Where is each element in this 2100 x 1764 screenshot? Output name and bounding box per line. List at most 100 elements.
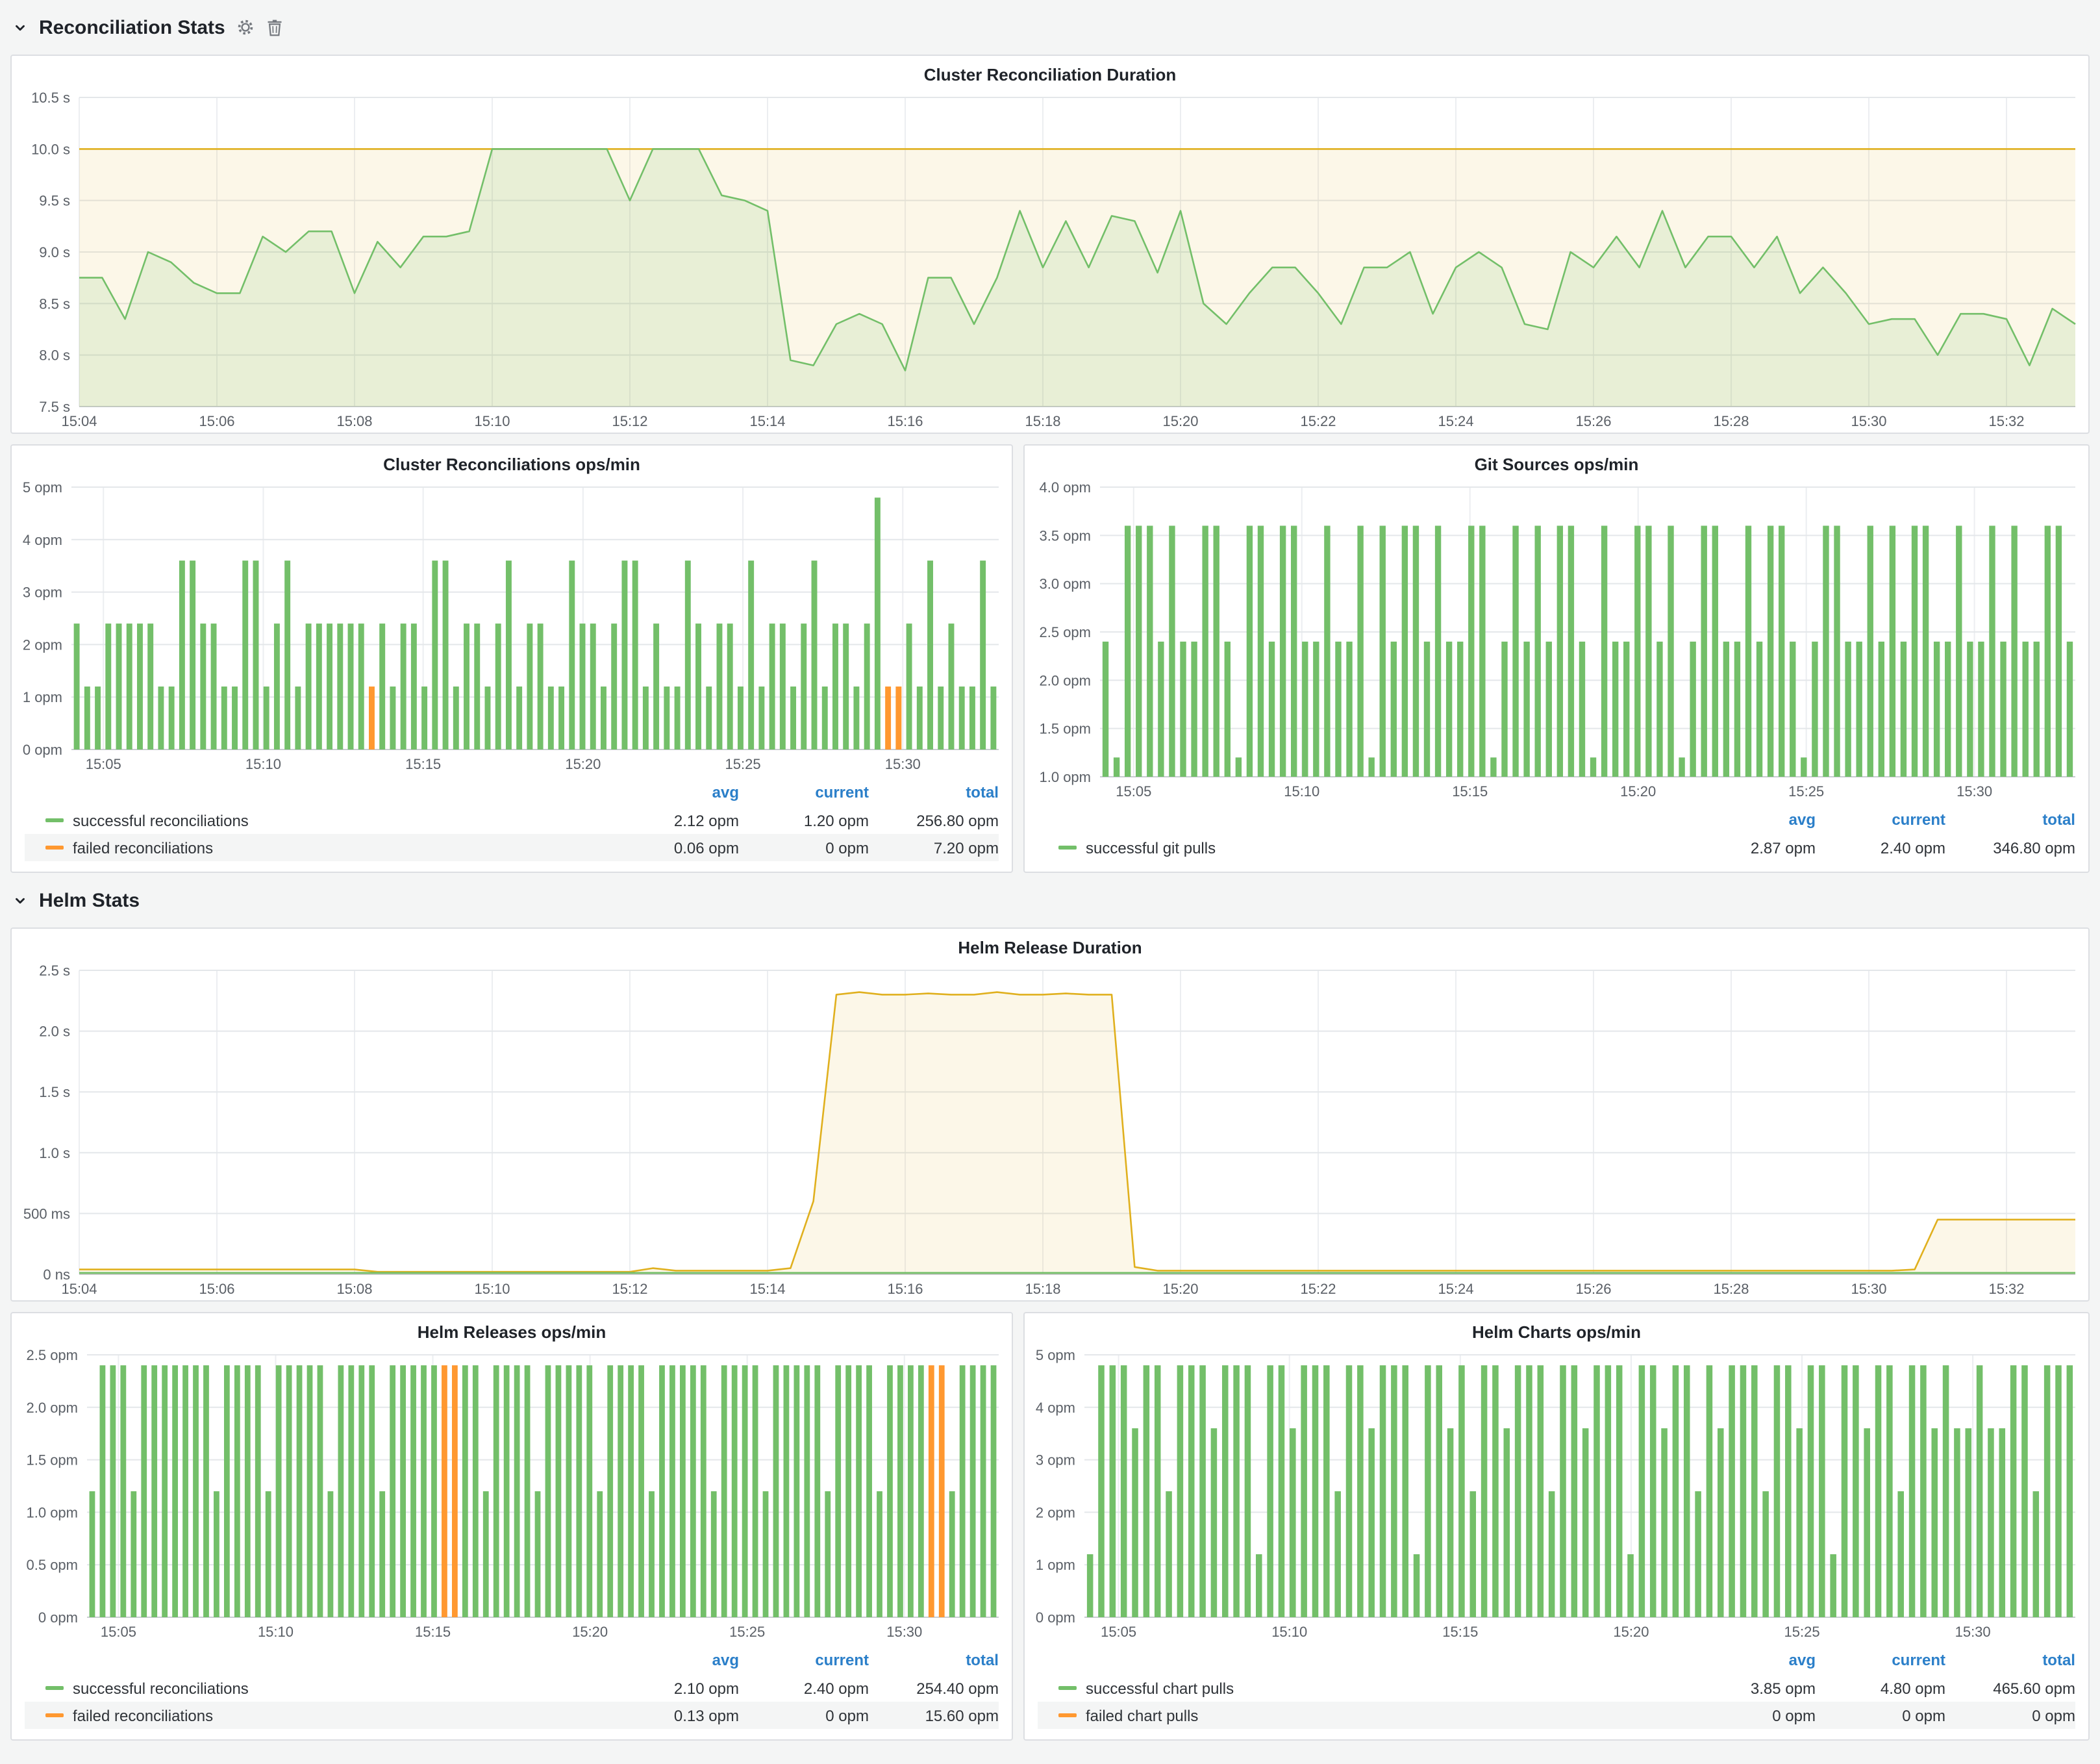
legend-value: 0.06 opm [609, 838, 739, 857]
svg-text:10.5 s: 10.5 s [31, 90, 70, 106]
legend-series-name[interactable]: successful chart pulls [1038, 1679, 1686, 1697]
legend-header-avg[interactable]: avg [609, 1651, 739, 1669]
svg-text:1.5 opm: 1.5 opm [1040, 721, 1092, 737]
svg-text:5 opm: 5 opm [23, 479, 62, 496]
legend-helm-releases: avgcurrenttotal successful reconciliation… [12, 1643, 1012, 1739]
legend-value: 3.85 opm [1686, 1679, 1816, 1697]
legend-cluster-reconciliations: avgcurrenttotal successful reconciliation… [12, 775, 1012, 872]
svg-text:15:26: 15:26 [1575, 413, 1611, 429]
panel-title[interactable]: Helm Releases ops/min [12, 1313, 1012, 1344]
legend-helm-charts: avgcurrenttotal successful chart pulls3.8… [1025, 1643, 2088, 1739]
legend-header-avg[interactable]: avg [1686, 1651, 1816, 1669]
legend-header-avg[interactable]: avg [609, 783, 739, 801]
chart-helm-release-duration[interactable]: 15:0415:0615:0815:1015:1215:1415:1615:18… [12, 960, 2088, 1300]
panel-title[interactable]: Helm Release Duration [12, 929, 2088, 960]
svg-text:2 opm: 2 opm [23, 636, 62, 653]
svg-text:15:25: 15:25 [725, 756, 761, 772]
legend-row: successful git pulls2.87 opm2.40 opm346.… [1038, 834, 2075, 861]
legend-header-current[interactable]: current [1816, 1651, 1945, 1669]
svg-text:15:25: 15:25 [729, 1624, 765, 1640]
svg-text:15:08: 15:08 [336, 413, 372, 429]
panel-helm-release-duration: Helm Release Duration 15:0415:0615:0815:… [10, 927, 2090, 1302]
svg-text:15:04: 15:04 [61, 1281, 97, 1297]
legend-header-current[interactable]: current [739, 783, 869, 801]
series-color-icon [45, 1713, 64, 1717]
legend-series-name[interactable]: successful reconciliations [25, 1679, 609, 1697]
trash-icon[interactable] [267, 18, 284, 36]
legend-header-total[interactable]: total [869, 783, 999, 801]
legend-header-total[interactable]: total [869, 1651, 999, 1669]
legend-value: 0 opm [1945, 1706, 2075, 1724]
legend-header-current[interactable]: current [1816, 811, 1945, 829]
panel-helm-charts-opm: Helm Charts ops/min 15:0515:1015:1515:20… [1023, 1312, 2090, 1741]
panel-cluster-reconciliations-opm: Cluster Reconciliations ops/min 15:0515:… [10, 444, 1013, 873]
svg-text:2.0 s: 2.0 s [39, 1024, 70, 1040]
legend-series-name[interactable]: successful git pulls [1038, 838, 1686, 857]
svg-text:15:18: 15:18 [1025, 413, 1060, 429]
legend-header-row: avgcurrenttotal [25, 778, 999, 807]
legend-value: 0 opm [1816, 1706, 1945, 1724]
svg-text:15:20: 15:20 [1620, 783, 1656, 800]
svg-text:15:24: 15:24 [1438, 413, 1473, 429]
svg-text:15:20: 15:20 [1613, 1624, 1649, 1640]
panel-title[interactable]: Cluster Reconciliations ops/min [12, 446, 1012, 477]
series-color-icon [1058, 846, 1077, 850]
legend-header-total[interactable]: total [1945, 811, 2075, 829]
legend-value: 0 opm [739, 1706, 869, 1724]
svg-text:15:12: 15:12 [612, 413, 647, 429]
svg-text:0.5 opm: 0.5 opm [27, 1557, 79, 1573]
legend-value: 465.60 opm [1945, 1679, 2075, 1697]
chart-git-sources-opm[interactable]: 15:0515:1015:1515:2015:2515:304.0 opm3.5… [1025, 477, 2088, 803]
legend-header-current[interactable]: current [739, 1651, 869, 1669]
svg-text:15:08: 15:08 [336, 1281, 372, 1297]
legend-series-name[interactable]: failed reconciliations [25, 1706, 609, 1724]
legend-series-name[interactable]: successful reconciliations [25, 811, 609, 829]
svg-text:15:30: 15:30 [1851, 1281, 1886, 1297]
panel-title[interactable]: Git Sources ops/min [1025, 446, 2088, 477]
svg-text:0 ns: 0 ns [43, 1266, 70, 1283]
chart-helm-releases-opm[interactable]: 15:0515:1015:1515:2015:2515:302.5 opm2.0… [12, 1344, 1012, 1643]
svg-text:5 opm: 5 opm [1036, 1347, 1075, 1363]
svg-text:4.0 opm: 4.0 opm [1040, 479, 1092, 496]
svg-text:15:16: 15:16 [887, 1281, 923, 1297]
panel-title[interactable]: Helm Charts ops/min [1025, 1313, 2088, 1344]
section-header-helm-stats[interactable]: Helm Stats [10, 883, 2090, 917]
legend-row: successful chart pulls3.85 opm4.80 opm46… [1038, 1674, 2075, 1702]
chevron-down-icon [13, 20, 27, 34]
section-header-reconciliation-stats[interactable]: Reconciliation Stats [10, 10, 2090, 44]
gear-icon[interactable] [237, 18, 255, 36]
svg-text:15:04: 15:04 [61, 413, 97, 429]
svg-text:15:05: 15:05 [1116, 783, 1151, 800]
legend-header-total[interactable]: total [1945, 1651, 2075, 1669]
svg-text:1.5 opm: 1.5 opm [27, 1452, 79, 1468]
svg-text:15:15: 15:15 [1442, 1624, 1478, 1640]
svg-text:15:20: 15:20 [1162, 413, 1198, 429]
legend-row: failed reconciliations0.06 opm0 opm7.20 … [25, 834, 999, 861]
svg-text:1.0 opm: 1.0 opm [27, 1504, 79, 1520]
svg-text:15:10: 15:10 [1271, 1624, 1307, 1640]
chart-helm-charts-opm[interactable]: 15:0515:1015:1515:2015:2515:305 opm4 opm… [1025, 1344, 2088, 1643]
chart-cluster-reconciliation-duration[interactable]: 15:0415:0615:0815:1015:1215:1415:1615:18… [12, 87, 2088, 433]
legend-header-avg[interactable]: avg [1686, 811, 1816, 829]
legend-series-name[interactable]: failed chart pulls [1038, 1706, 1686, 1724]
svg-text:15:16: 15:16 [887, 413, 923, 429]
svg-text:15:28: 15:28 [1713, 1281, 1749, 1297]
legend-value: 2.87 opm [1686, 838, 1816, 857]
svg-text:15:10: 15:10 [474, 1281, 510, 1297]
legend-value: 0.13 opm [609, 1706, 739, 1724]
chevron-down-icon [13, 893, 27, 907]
chart-cluster-reconciliations-opm[interactable]: 15:0515:1015:1515:2015:2515:305 opm4 opm… [12, 477, 1012, 775]
panel-title[interactable]: Cluster Reconciliation Duration [12, 56, 2088, 87]
legend-series-name[interactable]: failed reconciliations [25, 838, 609, 857]
legend-row: failed chart pulls0 opm0 opm0 opm [1038, 1702, 2075, 1729]
svg-text:15:32: 15:32 [1988, 413, 2024, 429]
svg-text:0 opm: 0 opm [1036, 1609, 1075, 1626]
legend-value: 15.60 opm [869, 1706, 999, 1724]
svg-text:15:20: 15:20 [565, 756, 601, 772]
svg-text:15:26: 15:26 [1575, 1281, 1611, 1297]
svg-text:15:30: 15:30 [1956, 783, 1992, 800]
legend-value: 0 opm [739, 838, 869, 857]
svg-text:15:22: 15:22 [1300, 1281, 1336, 1297]
svg-text:1 opm: 1 opm [1036, 1557, 1075, 1573]
legend-value: 1.20 opm [739, 811, 869, 829]
